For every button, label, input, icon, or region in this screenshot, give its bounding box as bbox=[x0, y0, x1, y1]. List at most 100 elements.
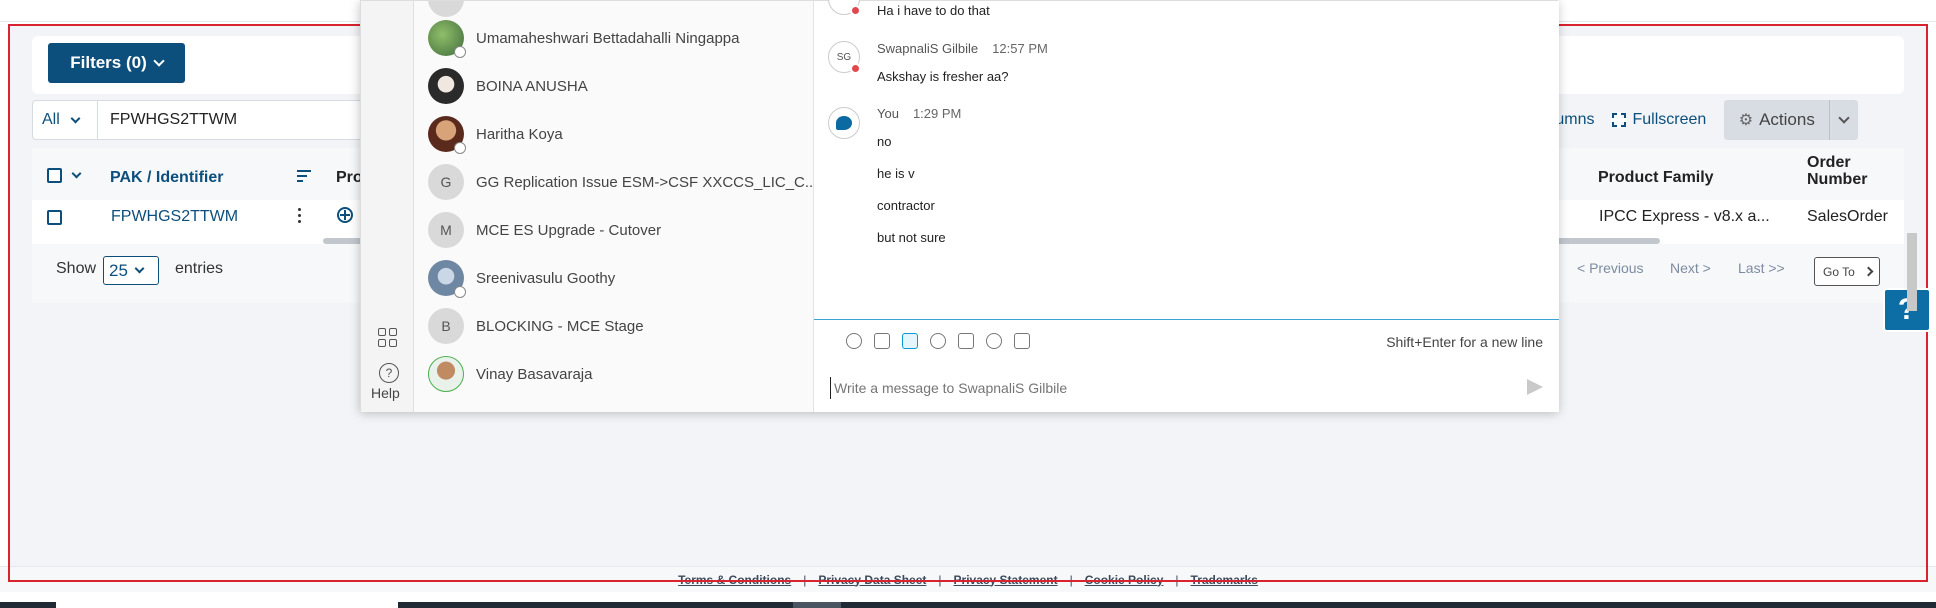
page-size-value: 25 bbox=[109, 260, 128, 280]
message-sender: SwapnaliS Gilbile bbox=[877, 41, 979, 56]
actions-dropdown[interactable] bbox=[1830, 111, 1858, 124]
horizontal-scrollbar-thumb[interactable] bbox=[1545, 238, 1660, 244]
composer-hint: Shift+Enter for a new line bbox=[1386, 334, 1543, 350]
search-scope-select[interactable]: All bbox=[32, 100, 98, 140]
select-all-checkbox[interactable] bbox=[47, 168, 62, 183]
contact-item[interactable]: Vinay Basavaraja bbox=[428, 354, 592, 394]
filters-button-label: Filters (0) bbox=[70, 53, 147, 72]
fullscreen-icon bbox=[1611, 112, 1628, 128]
previous-page-button[interactable]: < Previous bbox=[1577, 260, 1644, 276]
taskbar bbox=[0, 602, 1936, 608]
contact-item[interactable] bbox=[428, 1, 464, 19]
message-text: but not sure bbox=[877, 230, 946, 245]
contact-item[interactable]: B BLOCKING - MCE Stage bbox=[428, 306, 644, 346]
footer-link-privacy-data-sheet[interactable]: Privacy Data Sheet bbox=[806, 573, 938, 587]
contact-name: MCE ES Upgrade - Cutover bbox=[476, 221, 662, 239]
go-to-label: Go To bbox=[1823, 264, 1855, 279]
avatar bbox=[428, 1, 464, 17]
contact-name: Vinay Basavaraja bbox=[476, 365, 593, 383]
composer-toolbar bbox=[846, 333, 1030, 349]
column-header-product[interactable]: Pro bbox=[336, 169, 363, 187]
vertical-scrollbar-thumb[interactable] bbox=[1907, 233, 1917, 311]
footer-link-privacy-statement[interactable]: Privacy Statement bbox=[942, 573, 1070, 587]
avatar: B bbox=[428, 308, 464, 344]
contact-name: Haritha Koya bbox=[476, 125, 563, 143]
message-text: Askshay is fresher aa? bbox=[877, 69, 1009, 84]
status-dot bbox=[850, 63, 861, 74]
away-clock-icon bbox=[454, 142, 466, 154]
send-icon[interactable] bbox=[1527, 379, 1543, 395]
mention-icon[interactable] bbox=[986, 333, 1002, 349]
footer: Terms & Conditions | Privacy Data Sheet … bbox=[0, 566, 1936, 592]
row-checkbox[interactable] bbox=[47, 210, 62, 225]
contact-list: Umamaheshwari Bettadahalli Ningappa BOIN… bbox=[414, 1, 814, 412]
message-text: contractor bbox=[877, 198, 935, 213]
message-header: SwapnaliS Gilbile 12:57 PM bbox=[877, 41, 1048, 56]
contact-item[interactable]: BOINA ANUSHA bbox=[428, 66, 588, 106]
contact-name: Sreenivasulu Goothy bbox=[476, 269, 616, 287]
go-to-page-button[interactable]: Go To bbox=[1814, 257, 1880, 286]
page-size-select[interactable]: 25 bbox=[103, 256, 159, 285]
last-page-button[interactable]: Last >> bbox=[1738, 260, 1785, 276]
avatar-initials: SG bbox=[836, 51, 852, 63]
taskbar-item[interactable] bbox=[56, 602, 398, 608]
markdown-icon[interactable] bbox=[902, 333, 918, 349]
contact-name: BLOCKING - MCE Stage bbox=[476, 317, 644, 335]
message-text: he is v bbox=[877, 166, 915, 181]
footer-link-terms[interactable]: Terms & Conditions bbox=[666, 573, 803, 587]
message-input[interactable] bbox=[830, 377, 1520, 399]
sort-icon[interactable] bbox=[297, 170, 311, 185]
screenshot-icon[interactable] bbox=[874, 333, 890, 349]
away-clock-icon bbox=[454, 286, 466, 298]
avatar: G bbox=[428, 164, 464, 200]
fullscreen-label: Fullscreen bbox=[1632, 111, 1707, 128]
footer-link-cookie-policy[interactable]: Cookie Policy bbox=[1073, 573, 1176, 587]
entries-label: entries bbox=[175, 260, 224, 277]
chat-bubble-icon bbox=[836, 116, 852, 130]
column-header-product-family[interactable]: Product Family bbox=[1598, 169, 1714, 187]
message-time: 12:57 PM bbox=[992, 41, 1048, 56]
horizontal-scrollbar-start[interactable] bbox=[323, 238, 363, 244]
chevron-right-icon bbox=[1863, 266, 1874, 277]
row-product-family: IPCC Express - v8.x a... bbox=[1599, 208, 1770, 225]
gif-icon[interactable] bbox=[958, 333, 974, 349]
avatar bbox=[428, 116, 466, 154]
chevron-down-icon bbox=[153, 54, 165, 67]
expand-row-icon[interactable] bbox=[337, 207, 353, 223]
chat-rail: ? Help bbox=[361, 1, 414, 412]
row-menu-icon[interactable] bbox=[298, 208, 302, 224]
fullscreen-button[interactable]: Fullscreen bbox=[1611, 111, 1707, 129]
gear-icon: ⚙ bbox=[1738, 112, 1754, 129]
avatar: SG bbox=[828, 41, 861, 74]
search-input[interactable] bbox=[98, 100, 398, 140]
avatar bbox=[428, 356, 464, 392]
message-header: You 1:29 PM bbox=[877, 106, 961, 121]
attach-icon[interactable] bbox=[846, 333, 862, 349]
message-sender: You bbox=[877, 106, 899, 121]
contact-item[interactable]: Sreenivasulu Goothy bbox=[428, 258, 615, 298]
chevron-down-icon bbox=[134, 263, 145, 274]
column-header-pak[interactable]: PAK / Identifier bbox=[110, 169, 224, 187]
emoji-icon[interactable] bbox=[930, 333, 946, 349]
filters-button[interactable]: Filters (0) bbox=[48, 43, 185, 83]
message-time: 1:29 PM bbox=[912, 106, 962, 121]
status-dot bbox=[850, 5, 861, 16]
contact-card-icon[interactable] bbox=[1014, 333, 1030, 349]
row-pak-link[interactable]: FPWHGS2TTWM bbox=[111, 208, 238, 226]
taskbar-item[interactable] bbox=[793, 602, 841, 608]
column-header-order-number[interactable]: Order Number bbox=[1807, 154, 1867, 188]
help-circle-icon[interactable]: ? bbox=[379, 363, 399, 383]
apps-grid-icon[interactable] bbox=[378, 328, 398, 348]
footer-link-trademarks[interactable]: Trademarks bbox=[1179, 573, 1270, 587]
avatar: M bbox=[428, 212, 464, 248]
actions-button[interactable]: ⚙ Actions bbox=[1724, 100, 1859, 140]
row-order-number: SalesOrder bbox=[1807, 208, 1888, 225]
rail-help-label[interactable]: Help bbox=[371, 385, 400, 401]
contact-item[interactable]: G GG Replication Issue ESM->CSF XXCCS_LI… bbox=[428, 162, 813, 202]
avatar bbox=[428, 260, 466, 298]
contact-item[interactable]: Haritha Koya bbox=[428, 114, 563, 154]
contact-item[interactable]: M MCE ES Upgrade - Cutover bbox=[428, 210, 661, 250]
next-page-button[interactable]: Next > bbox=[1670, 260, 1711, 276]
contact-item[interactable]: Umamaheshwari Bettadahalli Ningappa bbox=[428, 18, 739, 58]
contact-name: Umamaheshwari Bettadahalli Ningappa bbox=[476, 29, 740, 47]
